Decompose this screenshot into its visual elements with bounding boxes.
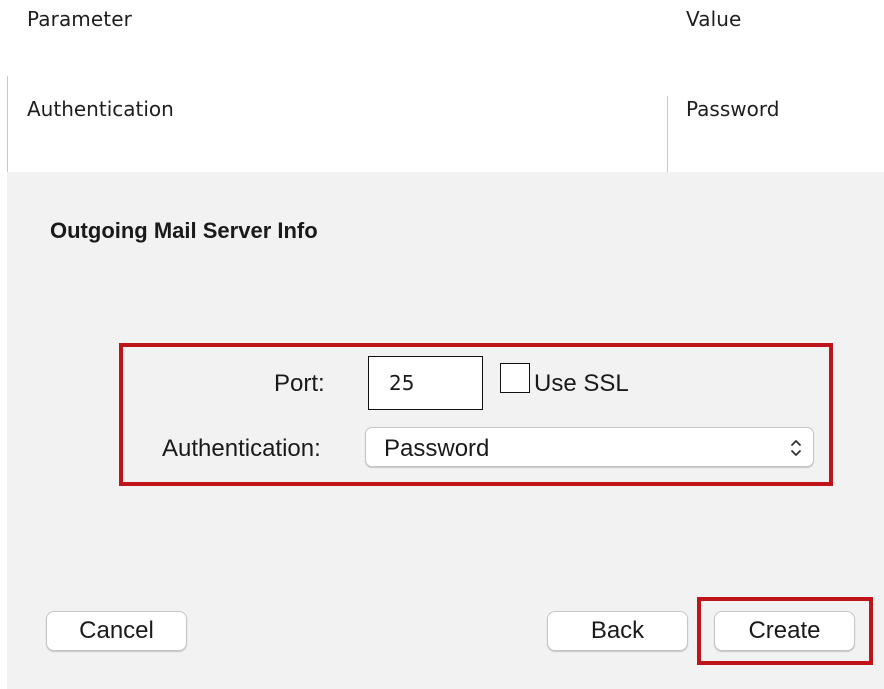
use-ssl-checkbox[interactable] [500, 363, 530, 393]
port-input[interactable] [368, 356, 483, 410]
authentication-select[interactable]: Password [365, 427, 814, 467]
port-label: Port: [274, 370, 325, 397]
create-button[interactable]: Create [714, 611, 855, 651]
authentication-select-value: Password [384, 435, 490, 462]
dialog-title: Outgoing Mail Server Info [50, 218, 318, 243]
outgoing-mail-server-dialog: Outgoing Mail Server Info Port: Use SSL … [7, 172, 884, 689]
table-left-border [7, 76, 8, 172]
table-header-parameter: Parameter [27, 7, 132, 31]
use-ssl-label[interactable]: Use SSL [534, 370, 629, 398]
authentication-label: Authentication: [162, 435, 321, 462]
back-button[interactable]: Back [547, 611, 688, 651]
cancel-button[interactable]: Cancel [46, 611, 187, 651]
table-header-value: Value [686, 7, 742, 31]
table-column-divider [667, 96, 668, 172]
table-cell-value: Password [686, 97, 780, 121]
page: Parameter Value Authentication Password … [0, 0, 884, 689]
chevron-up-down-icon [791, 440, 801, 456]
table-cell-parameter: Authentication [27, 97, 174, 121]
parameter-table: Parameter Value Authentication Password [0, 0, 884, 176]
